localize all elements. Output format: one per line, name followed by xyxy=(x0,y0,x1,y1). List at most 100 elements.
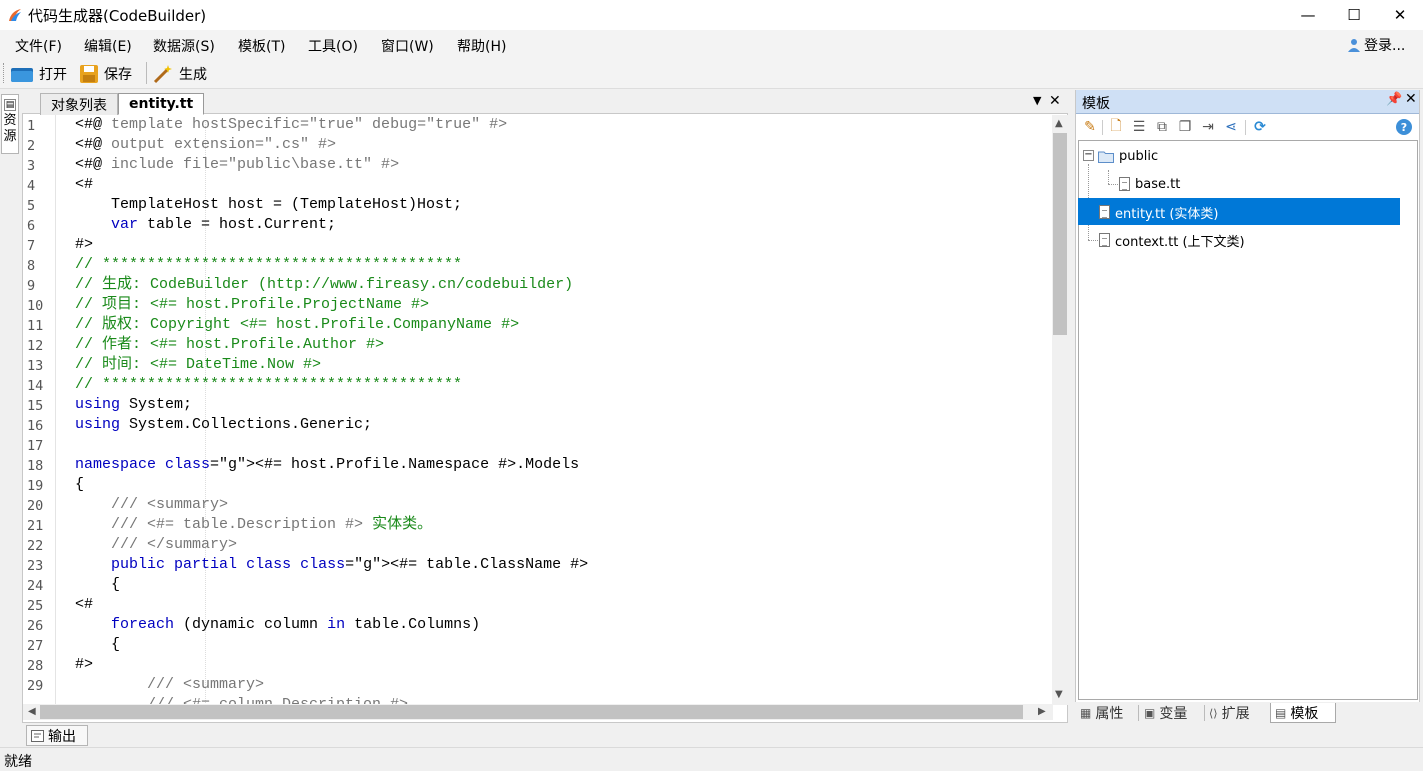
tab-variables[interactable]: ▣ 变量 xyxy=(1144,703,1187,723)
tab-close-icon[interactable]: ✕ xyxy=(1049,93,1061,109)
code-line: <#@ include file="public\base.tt" #> xyxy=(75,156,400,173)
output-tab[interactable]: 输出 xyxy=(26,725,88,746)
panel-close-icon[interactable]: ✕ xyxy=(1405,91,1417,107)
tab-object-list[interactable]: 对象列表 xyxy=(40,93,118,115)
resources-label: 资源 xyxy=(3,113,17,144)
open-label: 打开 xyxy=(39,67,67,83)
code-line: <# xyxy=(75,596,94,613)
save-button[interactable]: 保存 xyxy=(79,61,132,87)
copy-icon[interactable]: ⧉ xyxy=(1154,119,1170,135)
scroll-up-icon[interactable]: ▲ xyxy=(1055,118,1063,129)
vertical-scroll-thumb[interactable] xyxy=(1053,133,1067,335)
line-numbers: 1 2 3 4 5 6 7 8 9 10 11 12 13 14 15 16 17 18 19 20 21 22 23 24 2… xyxy=(23,115,55,705)
line-number: 3 xyxy=(27,158,36,174)
open-button[interactable]: 打开 xyxy=(10,61,67,87)
code-line: #> xyxy=(75,236,94,253)
login-button[interactable]: 登录... xyxy=(1347,35,1405,55)
code-line: <# xyxy=(75,176,94,193)
file-icon xyxy=(1119,177,1130,191)
toolbar-grip xyxy=(3,63,6,83)
window-title: 代码生成器(CodeBuilder) xyxy=(28,7,207,25)
file-icon xyxy=(1099,233,1110,247)
pin-icon[interactable]: 📌 xyxy=(1386,92,1402,107)
code-line: // 版权: Copyright <#= host.Profile.Compan… xyxy=(75,316,520,333)
menu-datasource[interactable]: 数据源(S) xyxy=(153,36,215,56)
save-icon xyxy=(80,65,98,83)
code-line: <#@ output extension=".cs" #> xyxy=(75,136,337,153)
line-number: 1 xyxy=(27,118,36,134)
generate-button[interactable]: 生成 xyxy=(152,61,207,87)
new-file-icon[interactable]: 🗋 xyxy=(1108,118,1124,135)
menu-window[interactable]: 窗口(W) xyxy=(381,36,434,56)
user-icon xyxy=(1348,39,1360,52)
export-icon[interactable]: ⇥ xyxy=(1200,119,1216,135)
code-line: public partial class class="g"><#= table… xyxy=(111,556,589,573)
tab-label: 变量 xyxy=(1159,706,1188,722)
line-number: 4 xyxy=(27,178,36,194)
close-window-button[interactable]: ✕ xyxy=(1377,0,1423,30)
tree-file-context[interactable]: context.tt (上下文类) xyxy=(1099,229,1245,251)
templates-tab-icon: ▤ xyxy=(1275,705,1287,720)
title-bar xyxy=(0,0,1423,30)
tab-templates[interactable]: ▤ 模板 xyxy=(1270,703,1336,723)
scroll-down-icon[interactable]: ▼ xyxy=(1055,689,1063,700)
tab-dropdown-icon[interactable]: ▼ xyxy=(1033,94,1041,107)
line-number: 7 xyxy=(27,238,36,254)
menu-tools[interactable]: 工具(O) xyxy=(308,36,358,56)
menu-file[interactable]: 文件(F) xyxy=(15,36,62,56)
gutter-divider xyxy=(55,115,56,705)
menu-help[interactable]: 帮助(H) xyxy=(457,36,506,56)
duplicate-icon[interactable]: ❐ xyxy=(1177,119,1193,135)
code-line: using System.Collections.Generic; xyxy=(75,416,373,433)
tab-properties[interactable]: ▦ 属性 xyxy=(1080,703,1123,723)
line-number: 19 xyxy=(27,478,44,494)
code-line: TemplateHost host = (TemplateHost)Host; xyxy=(75,196,463,213)
tree-file-base[interactable]: base.tt xyxy=(1119,173,1180,195)
refresh-icon[interactable]: ⟳ xyxy=(1252,119,1268,135)
app-icon xyxy=(9,9,21,21)
tree-folder-public[interactable]: public xyxy=(1098,145,1158,167)
tree-connector xyxy=(1088,240,1098,241)
edit-template-icon[interactable]: ✎ xyxy=(1082,119,1098,135)
toolbar-separator xyxy=(146,62,147,84)
code-line: using System; xyxy=(75,396,193,413)
status-bar xyxy=(0,747,1423,771)
properties-icon[interactable]: ☰ xyxy=(1131,119,1147,135)
output-label: 输出 xyxy=(48,728,76,745)
line-number: 8 xyxy=(27,258,36,274)
generate-label: 生成 xyxy=(179,67,207,83)
tree-label: public xyxy=(1119,148,1159,164)
resources-side-tab[interactable]: ▤ 资源 xyxy=(1,94,19,154)
magic-wand-icon xyxy=(153,65,172,84)
scroll-right-icon[interactable]: ▶ xyxy=(1038,706,1046,717)
menu-template[interactable]: 模板(T) xyxy=(238,36,285,56)
code-line: <#@ template hostSpecific="true" debug="… xyxy=(75,116,508,133)
maximize-button[interactable]: ☐ xyxy=(1331,0,1377,30)
code-line: // 作者: <#= host.Profile.Author #> xyxy=(75,336,385,353)
code-line: /// <summary> xyxy=(75,676,265,693)
tab-label: 属性 xyxy=(1095,706,1124,722)
code-line: var table = host.Current; xyxy=(111,216,337,233)
share-icon[interactable]: ⋖ xyxy=(1223,119,1239,135)
scroll-left-icon[interactable]: ◀ xyxy=(28,706,36,717)
tab-entity-tt[interactable]: entity.tt xyxy=(118,93,205,115)
variables-tab-icon: ▣ xyxy=(1144,706,1156,720)
horizontal-scroll-thumb[interactable] xyxy=(40,705,1023,719)
line-number: 23 xyxy=(27,558,44,574)
tree-connector xyxy=(1108,170,1109,184)
code-editor[interactable]: <#@ template hostSpecific="true" debug="… xyxy=(75,115,1050,705)
help-icon[interactable]: ? xyxy=(1396,119,1412,135)
line-number: 29 xyxy=(27,678,44,694)
line-number: 28 xyxy=(27,658,44,674)
line-number: 5 xyxy=(27,198,36,214)
tab-extensions[interactable]: ⟨⟩ 扩展 xyxy=(1209,703,1250,723)
code-line: /// <summary> xyxy=(75,496,229,513)
line-number: 27 xyxy=(27,638,44,654)
minimize-button[interactable]: — xyxy=(1285,0,1331,30)
menu-edit[interactable]: 编辑(E) xyxy=(84,36,132,56)
code-line: foreach (dynamic column in table.Columns… xyxy=(111,616,481,633)
collapse-toggle-icon[interactable]: − xyxy=(1083,150,1094,161)
tab-separator xyxy=(1204,705,1205,721)
tree-file-entity[interactable]: entity.tt (实体类) xyxy=(1099,201,1219,223)
template-toolbar xyxy=(1076,115,1419,139)
